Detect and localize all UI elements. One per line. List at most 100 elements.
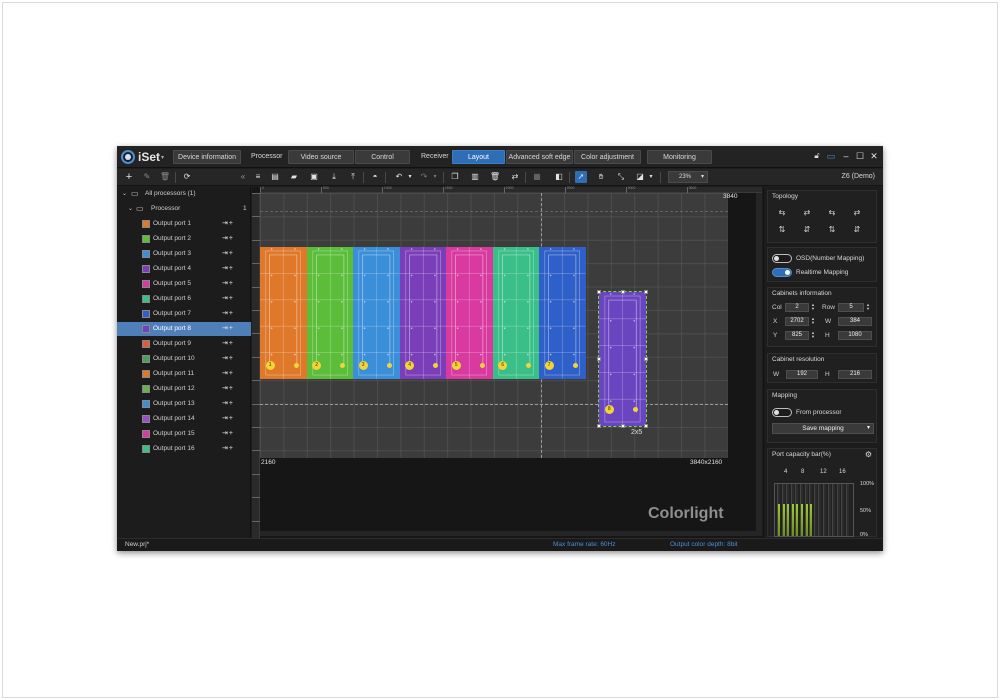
port-connect-icon[interactable]: ⇥+ [222,397,234,411]
osd-toggle[interactable] [772,254,792,263]
x-stepper[interactable]: ▲ ▼ [811,317,815,325]
tree-output-port[interactable]: Output port 5 ⇥+ [117,277,251,291]
swap-icon[interactable]: ⇄ [509,171,521,183]
realtime-mapping-toggle[interactable] [772,268,792,277]
col-input[interactable]: 2 [785,303,809,312]
cabinet-block-port-1[interactable]: 1 [260,247,307,379]
tree-output-port[interactable]: Output port 1 ⇥+ [117,217,251,231]
minimize-icon[interactable]: – [840,149,852,163]
grid-icon[interactable]: ▦ [531,171,543,183]
send-icon[interactable]: ◓ [369,171,381,183]
zoom-select[interactable]: 23% [668,171,708,183]
paste-icon[interactable]: ▥ [469,171,481,183]
save-mapping-dropdown[interactable]: Save mapping [772,423,874,434]
copy-icon[interactable]: ❐ [449,171,461,183]
h-input[interactable]: 1080 [838,331,872,340]
device-information-button[interactable]: Device information [173,150,241,164]
port-connect-icon[interactable]: ⇥+ [222,322,234,336]
resize-handle[interactable] [597,290,601,294]
tree-output-port[interactable]: Output port 14 ⇥+ [117,412,251,426]
topology-vertical-icon[interactable]: ⇅ [776,225,788,235]
resize-handle[interactable] [620,290,625,294]
port-connect-icon[interactable]: ⇥+ [222,352,234,366]
tab-control[interactable]: Control [355,150,410,164]
open-folder-icon[interactable]: ▰ [288,171,300,183]
tree-output-port[interactable]: Output port 6 ⇥+ [117,292,251,306]
topology-snake-icon[interactable]: ⇆ [776,208,788,218]
collapse-panel-icon[interactable]: « [237,171,249,183]
cabinet-block-port-8[interactable]: 8 [597,290,648,428]
row-stepper[interactable]: ▲ ▼ [866,303,870,311]
lock-icon[interactable]: 🔓︎ [811,149,823,163]
chevron-down-icon[interactable]: ▾ [645,171,657,183]
export-icon[interactable]: ⤒ [347,171,359,183]
tree-output-port[interactable]: Output port 4 ⇥+ [117,262,251,276]
tab-advanced-soft-edge[interactable]: Advanced soft edge [506,150,573,164]
add-icon[interactable]: + [123,171,135,183]
port-connect-icon[interactable]: ⇥+ [222,217,234,231]
topology-snake-icon[interactable]: ⇄ [851,208,863,218]
chevron-down-icon[interactable]: ▾ [429,171,441,183]
topology-vertical-icon[interactable]: ⇵ [851,225,863,235]
close-icon[interactable]: ✕ [868,149,880,163]
tree-output-port[interactable]: Output port 16 ⇥+ [117,442,251,456]
pointer-icon[interactable]: ➚ [575,171,587,183]
chevron-down-icon[interactable]: ▾ [404,171,416,183]
monitoring-button[interactable]: Monitoring [647,150,712,164]
port-connect-icon[interactable]: ⇥+ [222,367,234,381]
app-logo[interactable]: iSet ▾ [121,149,169,165]
vertical-scrollbar[interactable] [756,193,762,536]
port-connect-icon[interactable]: ⇥+ [222,232,234,246]
cabinet-block-port-2[interactable]: 2 [306,247,353,379]
row-input[interactable]: 5 [838,303,864,312]
import-icon[interactable]: ⤓ [328,171,340,183]
chevron-down-icon[interactable]: ⌄ [122,187,127,201]
tree-processor[interactable]: ⌄ ▭ Processor 1 [117,202,251,216]
y-stepper[interactable]: ▲ ▼ [811,331,815,339]
cabinet-block-port-5[interactable]: 5 [446,247,493,379]
resize-handle[interactable] [644,424,648,428]
resolution-h-input[interactable]: 216 [838,370,872,379]
resize-handle[interactable] [644,290,648,294]
tree-output-port[interactable]: Output port 12 ⇥+ [117,382,251,396]
port-connect-icon[interactable]: ⇥+ [222,307,234,321]
tree-output-port[interactable]: Output port 9 ⇥+ [117,337,251,351]
edit-icon[interactable]: ✎ [141,171,153,183]
y-input[interactable]: 825 [785,331,809,340]
cabinet-block-port-4[interactable]: 4 [399,247,446,379]
tab-video-source[interactable]: Video source [288,150,354,164]
cabinet-block-port-3[interactable]: 3 [353,247,400,379]
tab-color-adjustment[interactable]: Color adjustment [574,150,641,164]
resize-handle[interactable] [620,424,625,428]
horizontal-scrollbar[interactable] [260,531,762,536]
topology-vertical-icon[interactable]: ⇅ [826,225,838,235]
topology-snake-icon[interactable]: ⇄ [801,208,813,218]
gear-icon[interactable]: ⚙ [865,450,872,459]
tree-output-port[interactable]: Output port 10 ⇥+ [117,352,251,366]
save-icon[interactable]: ▣ [308,171,320,183]
new-project-icon[interactable]: ▤ [269,171,281,183]
monitor-icon[interactable]: ▭ [825,149,837,163]
resize-handle[interactable] [644,357,648,361]
port-connect-icon[interactable]: ⇥+ [222,412,234,426]
topology-snake-icon[interactable]: ⇆ [826,208,838,218]
tree-output-port[interactable]: Output port 13 ⇥+ [117,397,251,411]
port-connect-icon[interactable]: ⇥+ [222,337,234,351]
tree-output-port[interactable]: Output port 8 ⇥+ [117,322,251,336]
hand-icon[interactable]: ✋︎ [595,171,607,183]
tab-layout[interactable]: Layout [452,150,505,164]
tree-output-port[interactable]: Output port 3 ⇥+ [117,247,251,261]
topology-vertical-icon[interactable]: ⇵ [801,225,813,235]
trash-icon[interactable]: 🗑︎ [489,171,501,183]
resolution-w-input[interactable]: 192 [786,370,818,379]
tree-all-processors[interactable]: ⌄ ▭ All processors (1) [117,187,251,201]
new-file-icon[interactable]: ≡ [252,171,264,183]
cabinet-block-port-7[interactable]: 7 [539,247,586,379]
port-connect-icon[interactable]: ⇥+ [222,277,234,291]
port-connect-icon[interactable]: ⇥+ [222,382,234,396]
port-connect-icon[interactable]: ⇥+ [222,262,234,276]
port-connect-icon[interactable]: ⇥+ [222,247,234,261]
layer-icon[interactable]: ◧ [553,171,565,183]
maximize-icon[interactable]: ☐ [854,149,866,163]
refresh-icon[interactable]: ⟳ [181,171,193,183]
